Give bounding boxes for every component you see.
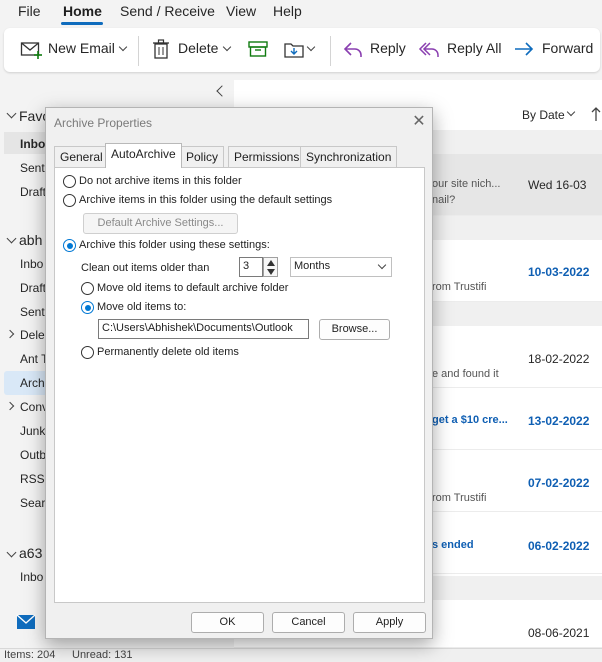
message-subject: s ended bbox=[432, 539, 474, 551]
nav-deleted[interactable]: Dele bbox=[20, 328, 45, 342]
forward-button[interactable]: Forward bbox=[542, 40, 593, 56]
menu-home[interactable]: Home bbox=[63, 3, 102, 19]
message-preview: rom Trustifi bbox=[432, 492, 487, 504]
label-move-to: Move old items to: bbox=[97, 301, 187, 313]
collapse-pane-icon[interactable] bbox=[216, 85, 228, 97]
tab-autoarchive[interactable]: AutoArchive bbox=[105, 143, 182, 168]
time-unit-value: Months bbox=[294, 260, 331, 272]
autoarchive-panel: Do not archive items in this folder Arch… bbox=[54, 167, 425, 603]
count-stepper[interactable] bbox=[263, 257, 278, 277]
message-preview: rom Trustifi bbox=[432, 281, 487, 293]
cancel-button[interactable]: Cancel bbox=[272, 612, 345, 633]
message-date: 13-02-2022 bbox=[528, 414, 590, 428]
message-date: 06-02-2022 bbox=[528, 539, 590, 553]
tab-general[interactable]: General bbox=[54, 146, 109, 167]
sort-by-button[interactable]: By Date bbox=[522, 108, 565, 122]
nav-inbox[interactable]: Inbo bbox=[20, 137, 45, 151]
mail-icon[interactable] bbox=[16, 614, 36, 630]
message-preview: nail? bbox=[432, 194, 456, 206]
default-archive-settings-button[interactable]: Default Archive Settings... bbox=[83, 213, 238, 234]
outlook-window: File Home Send / Receive View Help New E… bbox=[0, 0, 602, 662]
nav-outbox[interactable]: Outb bbox=[20, 448, 46, 462]
stepper-up-icon[interactable] bbox=[267, 260, 275, 266]
radio-these-settings[interactable] bbox=[63, 239, 76, 252]
months-count-input[interactable]: 3 bbox=[239, 257, 263, 277]
new-email-button[interactable]: New Email bbox=[48, 40, 115, 56]
label-permanently-delete: Permanently delete old items bbox=[97, 346, 239, 358]
stepper-down-icon[interactable] bbox=[267, 269, 275, 275]
message-date: 18-02-2022 bbox=[528, 352, 590, 366]
nav-drafts-2[interactable]: Draft bbox=[20, 281, 46, 295]
menu-help[interactable]: Help bbox=[273, 3, 302, 19]
clean-out-label: Clean out items older than bbox=[81, 262, 210, 274]
radio-move-to[interactable] bbox=[81, 301, 94, 314]
dialog-title: Archive Properties bbox=[54, 116, 153, 130]
tab-permissions[interactable]: Permissions bbox=[228, 146, 306, 167]
message-date: 10-03-2022 bbox=[528, 265, 590, 279]
label-default-settings: Archive items in this folder using the d… bbox=[79, 194, 333, 206]
nav-inbox-2[interactable]: Inbo bbox=[20, 257, 43, 271]
active-tab-indicator bbox=[61, 22, 103, 25]
account-header-2[interactable]: a63 bbox=[19, 545, 42, 561]
nav-archive[interactable]: Arch bbox=[20, 376, 45, 390]
nav-inbox-3[interactable]: Inbo bbox=[20, 570, 43, 584]
message-date: 08-06-2021 bbox=[528, 626, 590, 640]
message-preview: e and found it bbox=[432, 368, 499, 380]
nav-sent-2[interactable]: Sent bbox=[20, 305, 45, 319]
reply-all-icon bbox=[418, 42, 439, 57]
ok-button[interactable]: OK bbox=[191, 612, 264, 633]
label-move-default-folder: Move old items to default archive folder bbox=[97, 282, 289, 294]
close-icon[interactable]: ✕ bbox=[410, 113, 428, 131]
radio-no-archive[interactable] bbox=[63, 175, 76, 188]
radio-permanently-delete[interactable] bbox=[81, 346, 94, 359]
delete-button[interactable]: Delete bbox=[178, 40, 218, 56]
nav-junk[interactable]: Junk bbox=[20, 424, 45, 438]
reply-all-button[interactable]: Reply All bbox=[447, 40, 501, 56]
reply-icon bbox=[343, 42, 362, 57]
tab-synchronization[interactable]: Synchronization bbox=[300, 146, 398, 167]
trash-icon bbox=[153, 39, 169, 59]
radio-default-settings[interactable] bbox=[63, 194, 76, 207]
nav-sent[interactable]: Sent bbox=[20, 161, 45, 175]
nav-conversation[interactable]: Conv bbox=[20, 400, 48, 414]
browse-button[interactable]: Browse... bbox=[319, 319, 390, 340]
account-header[interactable]: abh bbox=[19, 232, 42, 248]
unread-count: Unread: 131 bbox=[72, 649, 133, 661]
reply-button[interactable]: Reply bbox=[370, 40, 406, 56]
archive-icon[interactable] bbox=[247, 38, 269, 60]
label-no-archive: Do not archive items in this folder bbox=[79, 175, 242, 187]
message-preview: our site nich... bbox=[432, 178, 501, 190]
menu-send-receive[interactable]: Send / Receive bbox=[120, 3, 215, 19]
menu-file[interactable]: File bbox=[18, 3, 41, 19]
nav-drafts[interactable]: Draft bbox=[20, 185, 46, 199]
sort-arrow-icon[interactable] bbox=[591, 106, 601, 122]
time-unit-select[interactable]: Months bbox=[290, 257, 392, 277]
message-subject: get a $10 cre... bbox=[432, 414, 508, 426]
archive-path-input[interactable]: C:\Users\Abhishek\Documents\Outlook bbox=[98, 319, 309, 339]
message-date: Wed 16-03 bbox=[528, 178, 587, 192]
move-to-folder-icon[interactable] bbox=[283, 38, 305, 60]
ribbon-separator bbox=[138, 36, 139, 66]
message-date: 07-02-2022 bbox=[528, 476, 590, 490]
apply-button[interactable]: Apply bbox=[353, 612, 426, 633]
archive-properties-dialog: Archive Properties ✕ General AutoArchive… bbox=[45, 107, 433, 639]
ribbon-separator bbox=[330, 36, 331, 66]
forward-icon bbox=[515, 42, 534, 56]
item-count: Items: 204 bbox=[4, 649, 56, 661]
radio-move-default-folder[interactable] bbox=[81, 282, 94, 295]
menu-view[interactable]: View bbox=[226, 3, 256, 19]
tab-policy[interactable]: Policy bbox=[180, 146, 225, 167]
new-email-icon bbox=[20, 42, 42, 59]
label-these-settings: Archive this folder using these settings… bbox=[79, 239, 270, 251]
